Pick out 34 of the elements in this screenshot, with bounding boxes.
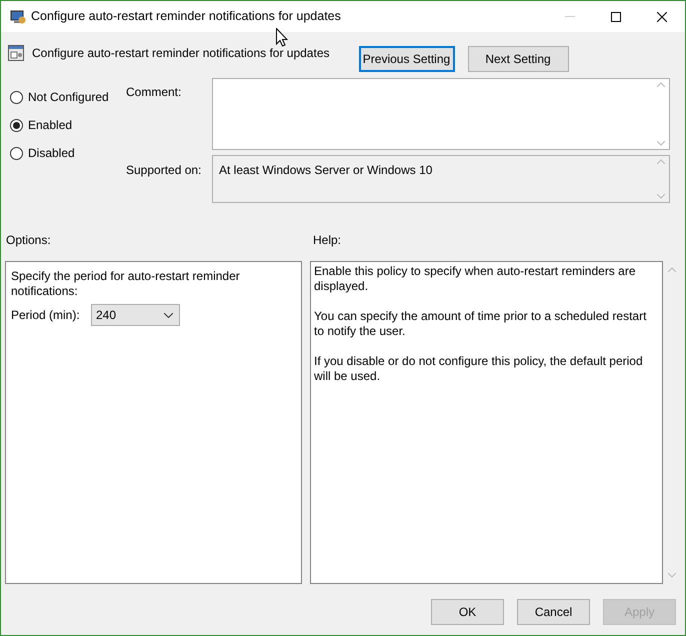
dialog-button[interactable]: OK (431, 599, 504, 625)
scroll-down-icon (668, 573, 676, 578)
scroll-down-icon (656, 141, 664, 146)
setting-title: Configure auto-restart reminder notifications for updates (32, 45, 330, 62)
help-heading: Help: (313, 232, 342, 248)
nav-button[interactable]: Next Setting (468, 46, 568, 72)
minimize-icon (565, 16, 575, 17)
maximize-icon (611, 12, 621, 22)
supported-on-label: Supported on: (126, 162, 202, 179)
options-description: Specify the period for auto-restart reminder notifications: (11, 269, 241, 299)
policy-setting-icon (8, 45, 24, 61)
help-paragraph: Enable this policy to specify when auto-restart reminders are displayed. (314, 264, 636, 294)
radio-label[interactable]: Disabled (28, 144, 75, 162)
nav-button[interactable]: Previous Setting (358, 46, 454, 72)
help-paragraph: You can specify the amount of time prior to a scheduled restart to notify the user. (314, 309, 648, 339)
period-dropdown[interactable]: 240 (91, 304, 180, 326)
scroll-up-icon (656, 159, 664, 164)
period-label: Period (min): (11, 307, 81, 324)
comment-label: Comment: (126, 84, 182, 101)
radio-label[interactable]: Enabled (28, 116, 72, 134)
computer-icon (10, 8, 26, 24)
scroll-up-icon (656, 82, 664, 87)
window-title: Configure auto-restart reminder notifications for updates (31, 8, 341, 26)
radio-button[interactable] (10, 146, 23, 160)
scroll-down-icon (656, 194, 664, 199)
close-icon (657, 12, 667, 22)
options-heading: Options: (6, 232, 52, 248)
scroll-up-icon (668, 267, 676, 272)
dialog-button[interactable]: Cancel (517, 599, 590, 625)
radio-label[interactable]: Not Configured (28, 88, 109, 106)
radio-button[interactable] (10, 118, 23, 132)
radio-button[interactable] (10, 90, 23, 104)
help-paragraph: If you disable or do not configure this policy, the default period will be used. (314, 354, 644, 384)
supported-on-text: At least Windows Server or Windows 10 (218, 162, 434, 179)
